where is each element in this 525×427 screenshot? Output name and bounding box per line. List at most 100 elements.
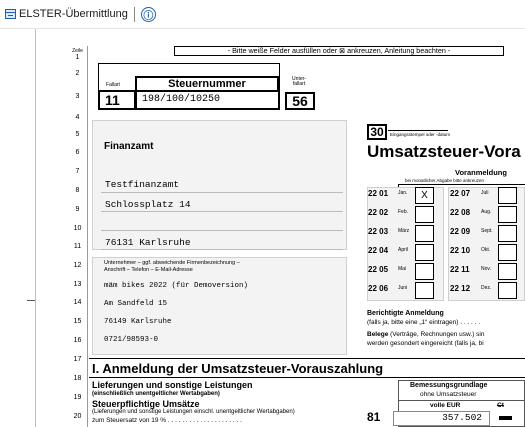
month-checkbox[interactable] <box>415 244 434 261</box>
form-window-icon <box>5 9 16 19</box>
company-name: mäm bikes 2022 (für Demoversion) <box>104 282 249 290</box>
month-checkbox[interactable] <box>498 282 517 299</box>
month-name: Juli <box>481 190 489 196</box>
month-name: April <box>398 247 409 253</box>
line-number: 16 <box>73 337 82 344</box>
line-number: 15 <box>73 318 82 325</box>
month-checkbox[interactable] <box>415 263 434 280</box>
line-number: 1 <box>75 54 80 61</box>
month-name: Nov. <box>481 266 491 272</box>
month-code: 22 07 <box>450 189 471 198</box>
finanzamt-label: Finanzamt <box>104 141 154 152</box>
unterfallart-value[interactable]: 56 <box>285 92 315 110</box>
month-code: 22 10 <box>450 246 471 255</box>
bemessung-sub: ohne Umsatzsteuer <box>420 391 477 398</box>
month-code: 22 06 <box>368 284 389 293</box>
eingangsstempel-label: Eingangsstempel oder -datum <box>390 132 451 137</box>
finanzamt-rule <box>101 230 343 231</box>
month-code: 22 03 <box>368 227 389 236</box>
ct-label: Ct <box>497 402 504 409</box>
kz81-amount-field[interactable]: 357.502 <box>393 411 490 426</box>
line-number: 12 <box>73 262 82 269</box>
month-checkbox[interactable] <box>498 187 517 204</box>
amount-rule <box>398 400 525 401</box>
berichtigte-title: Berichtigte Anmeldung <box>367 310 444 317</box>
finanzamt-rule <box>101 192 343 193</box>
company-label-line1: Unternehmer – ggf. abweichende Firmenbez… <box>104 260 240 266</box>
fold-mark <box>27 300 35 301</box>
line-number: 18 <box>73 375 82 382</box>
fallart-value[interactable]: 11 <box>98 90 136 110</box>
line-number: 5 <box>75 131 80 138</box>
section-rule <box>89 377 525 378</box>
section-rule <box>89 358 525 359</box>
line-number: 10 <box>73 225 82 232</box>
month-checkbox[interactable] <box>498 263 517 280</box>
month-name: Aug. <box>481 209 492 215</box>
line-number: 11 <box>73 243 82 250</box>
kennzahl-81: 81 <box>367 410 381 424</box>
form-sheet: Zeile 1 2 3 4 5 6 7 8 9 10 11 12 13 14 1… <box>68 46 525 427</box>
info-icon[interactable]: ⓘ <box>140 6 156 22</box>
lieferungen-sub: (einschließlich unentgeltlicher Wertabga… <box>92 391 220 397</box>
line-number: 9 <box>75 206 80 213</box>
bemessung-title: Bemessungsgrundlage <box>410 382 488 389</box>
steuernummer-value[interactable]: 198/100/10250 <box>135 90 280 110</box>
month-code: 22 04 <box>368 246 389 255</box>
month-name: März <box>398 228 410 234</box>
year-code: 30 <box>367 124 387 140</box>
month-code: 22 09 <box>450 227 471 236</box>
month-checkbox[interactable] <box>415 282 434 299</box>
stamp-rule <box>388 130 448 131</box>
month-checkbox[interactable] <box>498 244 517 261</box>
month-checkbox[interactable] <box>498 225 517 242</box>
company-phone: 0721/98593-0 <box>104 336 159 344</box>
line-number: 6 <box>75 149 80 156</box>
line-number: 2 <box>75 70 80 77</box>
section-title: I. Anmeldung der Umsatzsteuer-Vorauszahl… <box>92 361 384 376</box>
month-code: 22 11 <box>450 265 470 274</box>
month-checkbox[interactable] <box>415 206 434 223</box>
belege-line: Belege (Verträge, Rechnungen usw.) sin <box>367 331 484 338</box>
bracket-rule <box>398 184 525 185</box>
company-label-line2: Anschrift – Telefon – E-Mail-Adresse <box>104 267 193 273</box>
month-name: Sept. <box>481 228 493 234</box>
month-code: 22 01 <box>368 189 389 198</box>
month-name: Jan. <box>398 190 408 196</box>
company-street: Am Sandfeld 15 <box>104 300 168 308</box>
line-number: 3 <box>75 93 80 100</box>
month-code: 22 12 <box>450 284 471 293</box>
form-viewer[interactable]: Zeile 1 2 3 4 5 6 7 8 9 10 11 12 13 14 1… <box>0 29 525 427</box>
month-name: Okt. <box>481 247 491 253</box>
finanzamt-city: 76131 Karlsruhe <box>105 237 191 248</box>
viewer-border <box>35 29 36 427</box>
month-name: Dez. <box>481 285 492 291</box>
month-code: 22 05 <box>368 265 389 274</box>
finanzamt-name: Testfinanzamt <box>105 179 180 190</box>
month-checkbox[interactable] <box>498 206 517 223</box>
ct-filled-mark <box>499 416 512 420</box>
month-name: Juni <box>398 285 408 291</box>
title-bar: ELSTER-Übermittlung ⓘ <box>0 0 525 29</box>
month-name: Mai <box>398 266 407 272</box>
steuerpflichtige-sub: (Lieferungen und sonstige Leistungen ein… <box>92 409 295 415</box>
lieferungen-title: Lieferungen und sonstige Leistungen <box>92 380 253 390</box>
unterfallart-label: Unter-fallart <box>292 76 306 87</box>
finanzamt-rule <box>101 211 343 212</box>
month-checkbox[interactable]: X <box>415 187 434 204</box>
line-number: 14 <box>73 299 82 306</box>
company-city: 76149 Karlsruhe <box>104 318 172 326</box>
month-code: 22 02 <box>368 208 389 217</box>
line-number: 17 <box>73 356 82 363</box>
finanzamt-rule <box>101 249 343 250</box>
monthly-hint: bei monatlicher Abgabe bitte ankreuzen <box>405 178 485 183</box>
line-number-column: Zeile 1 2 3 4 5 6 7 8 9 10 11 12 13 14 1… <box>68 46 88 427</box>
line-number: 19 <box>73 394 82 401</box>
belege-bold: Belege <box>367 331 389 338</box>
steuersatz-text: zum Steuersatz von 19 % . . . . . . . . … <box>92 417 242 424</box>
month-checkbox[interactable] <box>415 225 434 242</box>
belege-text: (Verträge, Rechnungen usw.) sin <box>388 331 485 338</box>
toolbar-separator <box>133 6 135 22</box>
steuerpflichtige-title: Steuerpflichtige Umsätze <box>92 399 200 409</box>
line-number: 8 <box>75 187 80 194</box>
